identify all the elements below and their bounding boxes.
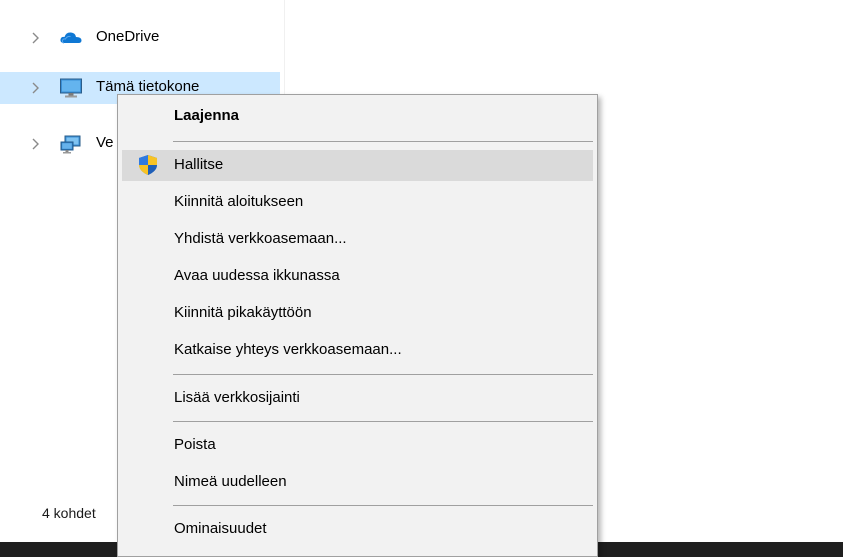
nav-item-label: OneDrive bbox=[96, 28, 160, 45]
menu-separator bbox=[173, 141, 593, 142]
explorer-window: OneDrive Tämä tietokone Ve 4 kohdet Laaj… bbox=[0, 0, 843, 557]
menu-item-laajenna[interactable]: Laajenna bbox=[122, 101, 593, 132]
menu-item-label: Kiinnitä pikakäyttöön bbox=[174, 304, 312, 321]
menu-item-label: Laajenna bbox=[174, 107, 240, 124]
menu-item-katkaise-yhteys[interactable]: Katkaise yhteys verkkoasemaan... bbox=[122, 335, 593, 366]
nav-item-label: Tämä tietokone bbox=[96, 78, 200, 95]
status-item-count: 4 kohdet bbox=[42, 505, 96, 521]
menu-item-label: Lisää verkkosijainti bbox=[174, 389, 300, 406]
chevron-right-icon[interactable] bbox=[30, 82, 42, 94]
monitor-icon bbox=[60, 78, 82, 98]
menu-item-label: Poista bbox=[174, 436, 216, 453]
menu-separator bbox=[173, 421, 593, 422]
menu-item-yhdista-verkkoasemaan[interactable]: Yhdistä verkkoasemaan... bbox=[122, 224, 593, 255]
uac-shield-icon bbox=[139, 155, 157, 175]
context-menu: Laajenna Hallitse Kiinnitä aloitukseen Y… bbox=[117, 94, 598, 557]
menu-item-label: Kiinnitä aloitukseen bbox=[174, 193, 304, 210]
menu-item-kiinnita-pikakayttoon[interactable]: Kiinnitä pikakäyttöön bbox=[122, 298, 593, 329]
chevron-right-icon[interactable] bbox=[30, 32, 42, 44]
menu-item-nimea-uudelleen[interactable]: Nimeä uudelleen bbox=[122, 467, 593, 498]
network-icon bbox=[60, 135, 81, 154]
menu-item-label: Ominaisuudet bbox=[174, 520, 267, 537]
menu-item-lisaa-verkkosijainti[interactable]: Lisää verkkosijainti bbox=[122, 383, 593, 414]
menu-separator bbox=[173, 374, 593, 375]
menu-item-hallitse[interactable]: Hallitse bbox=[122, 150, 593, 181]
menu-item-label: Nimeä uudelleen bbox=[174, 473, 287, 490]
chevron-right-icon[interactable] bbox=[30, 138, 42, 150]
menu-item-label: Avaa uudessa ikkunassa bbox=[174, 267, 340, 284]
menu-separator bbox=[173, 505, 593, 506]
onedrive-cloud-icon bbox=[60, 32, 82, 44]
menu-item-kiinnita-aloitukseen[interactable]: Kiinnitä aloitukseen bbox=[122, 187, 593, 218]
menu-item-ominaisuudet[interactable]: Ominaisuudet bbox=[122, 514, 593, 545]
nav-item-label: Ve bbox=[96, 134, 114, 151]
menu-item-poista[interactable]: Poista bbox=[122, 430, 593, 461]
menu-item-label: Katkaise yhteys verkkoasemaan... bbox=[174, 341, 402, 358]
menu-item-label: Hallitse bbox=[174, 156, 224, 173]
menu-item-avaa-uudessa-ikkunassa[interactable]: Avaa uudessa ikkunassa bbox=[122, 261, 593, 292]
menu-item-label: Yhdistä verkkoasemaan... bbox=[174, 230, 347, 247]
nav-item-onedrive[interactable]: OneDrive bbox=[0, 22, 280, 54]
